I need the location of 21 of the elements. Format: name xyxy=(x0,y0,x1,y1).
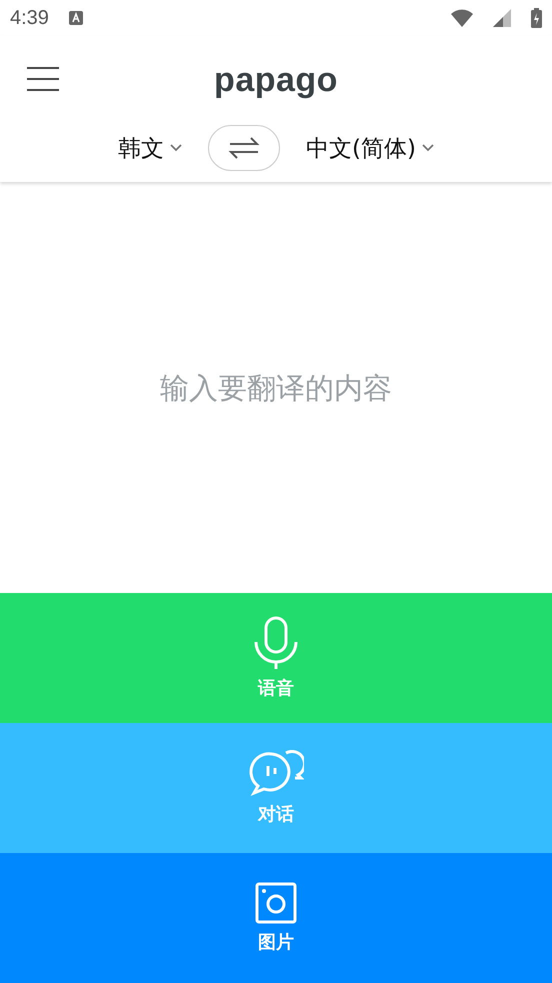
keyboard-notification-icon xyxy=(68,11,83,25)
swap-languages-button[interactable] xyxy=(208,125,280,171)
chat-bubbles-icon xyxy=(248,750,304,796)
status-time: 4:39 xyxy=(10,6,49,30)
translation-input-field[interactable]: 输入要翻译的内容 xyxy=(64,370,488,406)
image-mode-button[interactable]: 图片 xyxy=(0,853,552,983)
microphone-icon xyxy=(253,616,299,670)
menu-button[interactable] xyxy=(24,64,62,94)
menu-icon xyxy=(26,66,60,92)
conversation-mode-button[interactable]: 对话 xyxy=(0,723,552,853)
signal-icon xyxy=(493,9,511,27)
wifi-icon xyxy=(451,9,473,27)
swap-arrows-icon xyxy=(228,136,260,160)
chevron-down-icon xyxy=(422,144,434,152)
voice-mode-button[interactable]: 语音 xyxy=(0,593,552,723)
camera-icon xyxy=(255,882,297,924)
app-logo: papago xyxy=(214,60,338,100)
target-language-selector[interactable]: 中文(简体) xyxy=(298,132,442,164)
battery-icon xyxy=(531,8,542,28)
source-language-selector[interactable]: 韩文 xyxy=(110,132,190,164)
chevron-down-icon xyxy=(170,144,182,152)
